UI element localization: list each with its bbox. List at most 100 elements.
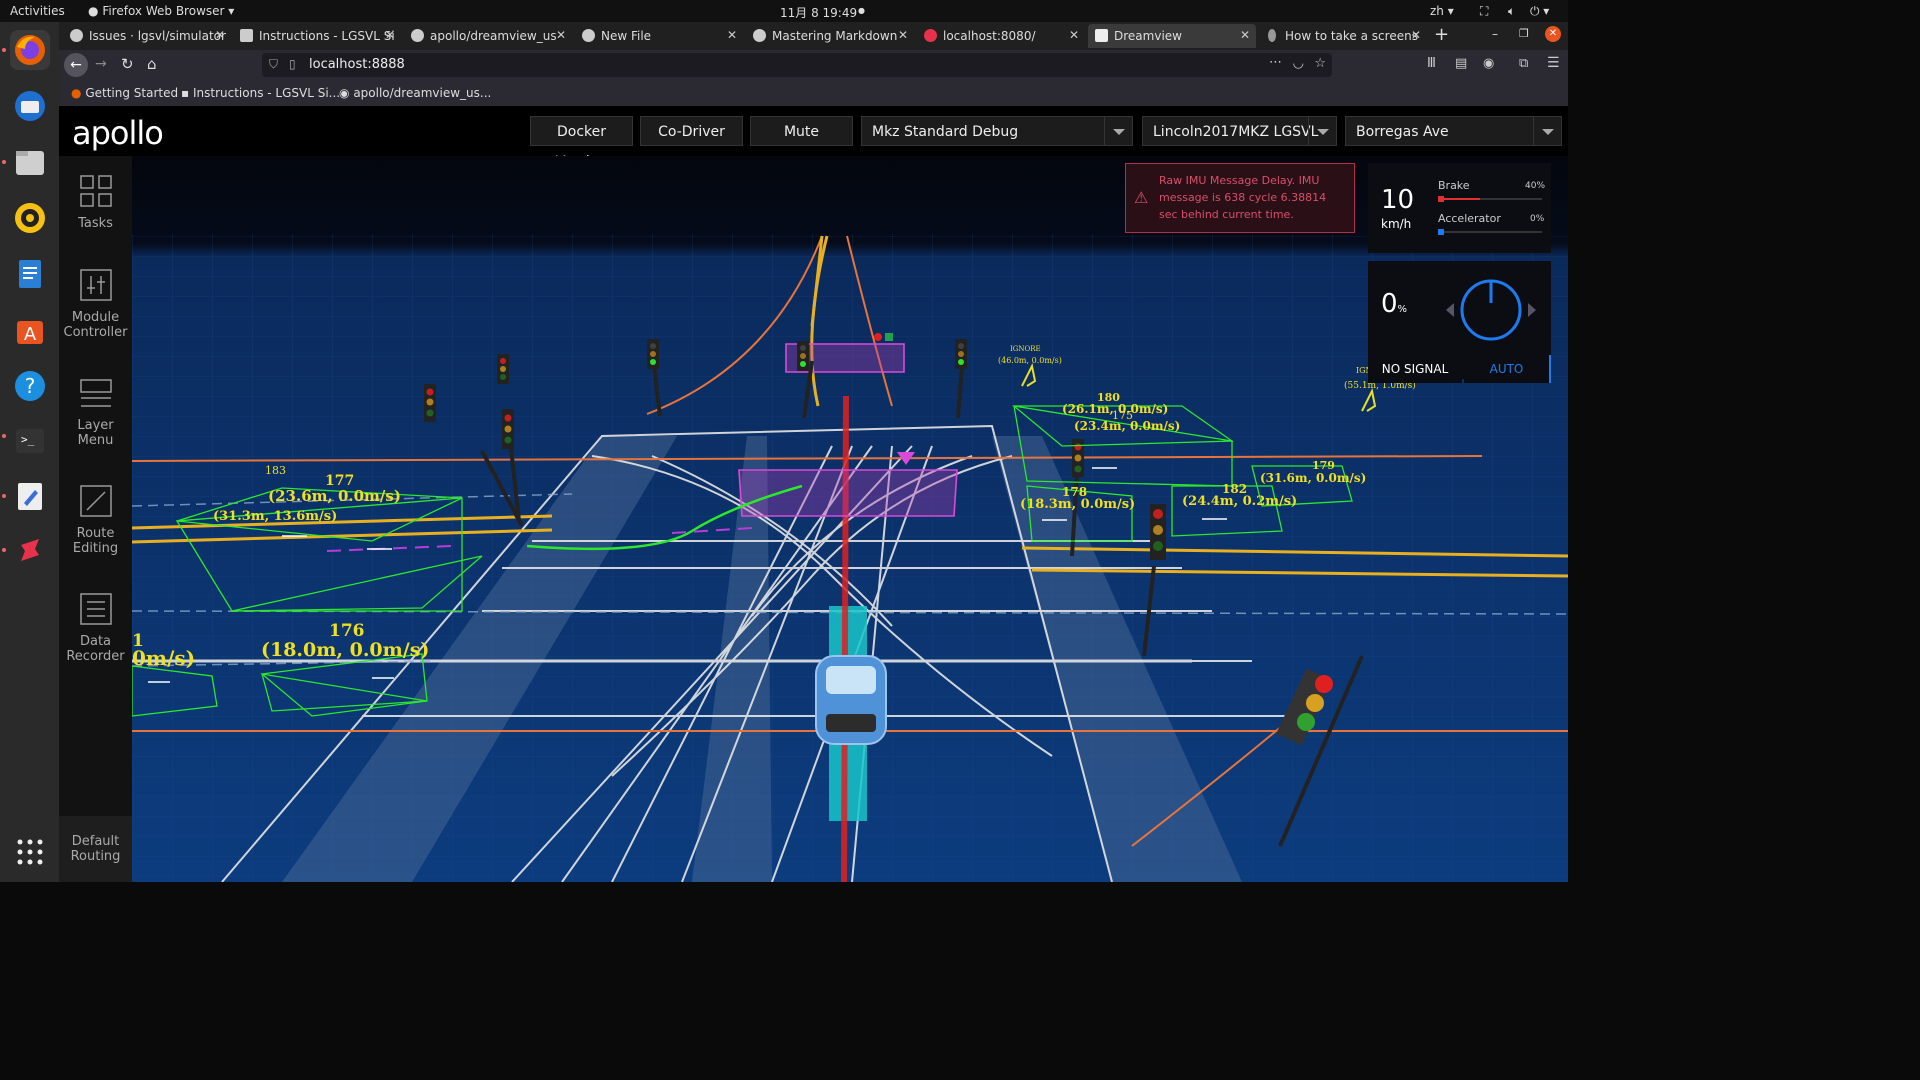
- mute-button[interactable]: Mute: [750, 116, 853, 146]
- sidebar-item-layer-menu[interactable]: Layer Menu: [59, 376, 132, 448]
- sidebar-item-default-routing[interactable]: Default Routing: [59, 816, 132, 882]
- 3d-scene-view[interactable]: 177 (23.6m, 0.0m/s) 183 (31.3m, 13.6m/s)…: [132, 156, 1568, 882]
- close-tab-icon[interactable]: ✕: [727, 28, 737, 42]
- help-icon[interactable]: ?: [10, 366, 50, 406]
- tasks-grid-icon: [79, 174, 113, 208]
- close-tab-icon[interactable]: ✕: [385, 28, 395, 42]
- browser-tab[interactable]: localhost:8080/✕: [917, 24, 1085, 48]
- app-name: Firefox Web Browser: [102, 4, 225, 18]
- docker-version-button[interactable]: Docker Version: [530, 116, 633, 170]
- browser-tab[interactable]: Instructions - LGSVL Si ✕: [233, 24, 401, 48]
- terminal-icon[interactable]: >_: [10, 420, 50, 460]
- route-edit-icon: [79, 484, 113, 518]
- browser-tab-bar: Issues · lgsvl/simulator ✕ Instructions -…: [59, 22, 1568, 50]
- accelerator-bar: [1438, 229, 1542, 235]
- page-info-icon[interactable]: ▯: [289, 57, 296, 71]
- pocket-icon[interactable]: ◡: [1293, 56, 1304, 71]
- speed-panel: 10 km/h Brake 40% Accelerator 0%: [1368, 163, 1551, 253]
- warning-icon: ⚠: [1134, 188, 1149, 207]
- driving-mode-status: AUTO: [1464, 355, 1551, 383]
- slack-like-app-icon[interactable]: [10, 530, 50, 570]
- firefox-small-icon: ●: [71, 86, 82, 100]
- bookmark-star-icon[interactable]: ☆: [1314, 56, 1326, 71]
- browser-tab[interactable]: How to take a screens ✕: [1259, 24, 1427, 48]
- sidebar-item-tasks[interactable]: Tasks: [59, 174, 132, 231]
- forward-button[interactable]: →: [95, 56, 107, 72]
- close-tab-icon[interactable]: ✕: [215, 28, 225, 42]
- text-editor-icon[interactable]: [10, 476, 50, 516]
- doc-icon: [240, 29, 253, 42]
- obstacle-label: (23.4m, 0.0m/s): [1074, 419, 1181, 433]
- obstacle-label: (31.3m, 13.6m/s): [213, 509, 338, 524]
- extensions-icon[interactable]: ⧉: [1519, 56, 1528, 71]
- apollo-logo: apollo: [72, 114, 164, 152]
- map-select[interactable]: Borregas Ave: [1345, 116, 1562, 146]
- clock[interactable]: 11月 8 19:49: [780, 4, 857, 21]
- brake-bar: [1438, 196, 1542, 202]
- co-driver-button[interactable]: Co-Driver: [640, 116, 743, 146]
- close-window-icon[interactable]: ✕: [1545, 26, 1561, 42]
- obstacle-label: (18.3m, 0.0m/s): [1020, 497, 1136, 512]
- sidebar-icon[interactable]: ▤: [1455, 56, 1467, 71]
- thunderbird-icon[interactable]: [10, 86, 50, 126]
- url-bar[interactable]: ⛉ ▯ localhost:8888 ⋯ ◡ ☆: [262, 53, 1332, 77]
- restore-icon[interactable]: ❐: [1519, 27, 1529, 40]
- input-language[interactable]: zh ▾: [1430, 4, 1454, 18]
- github-icon: ◉: [339, 86, 350, 100]
- sidebar-item-module-controller[interactable]: Module Controller: [59, 268, 132, 340]
- close-tab-icon[interactable]: ✕: [1240, 28, 1250, 42]
- browser-tab[interactable]: Mastering Markdown ✕: [746, 24, 914, 48]
- github-icon: [70, 29, 83, 42]
- mode-select[interactable]: Mkz Standard Debug: [861, 116, 1133, 146]
- library-icon[interactable]: Ⅲ: [1427, 56, 1436, 71]
- browser-tab[interactable]: Issues · lgsvl/simulator ✕: [63, 24, 231, 48]
- sidebar-item-route-editing[interactable]: Route Editing: [59, 484, 132, 556]
- volume-icon[interactable]: 🔈︎: [1508, 4, 1515, 19]
- network-icon[interactable]: ⛶: [1480, 4, 1488, 19]
- bookmark-item[interactable]: ▪ Instructions - LGSVL Si...: [181, 86, 340, 100]
- obstacle-label: (31.6m, 0.0m/s): [1260, 471, 1367, 485]
- libreoffice-writer-icon[interactable]: [10, 254, 50, 294]
- reload-button[interactable]: ↻: [121, 55, 134, 73]
- close-tab-icon[interactable]: ✕: [898, 28, 908, 42]
- account-icon[interactable]: ◉: [1483, 56, 1494, 71]
- activities-button[interactable]: Activities: [10, 4, 65, 18]
- new-tab-button[interactable]: +: [1434, 24, 1449, 45]
- notification-dot-icon: ●: [858, 6, 865, 15]
- brake-bar-marker: [1438, 196, 1444, 202]
- steering-value: 0%: [1381, 289, 1408, 319]
- bookmark-item[interactable]: ● Getting Started: [71, 86, 178, 100]
- close-tab-icon[interactable]: ✕: [1069, 28, 1079, 42]
- home-button[interactable]: ⌂: [147, 55, 157, 73]
- menu-icon[interactable]: ☰: [1547, 55, 1560, 71]
- close-tab-icon[interactable]: ✕: [1411, 28, 1421, 42]
- minimize-icon[interactable]: –: [1492, 27, 1498, 41]
- shield-icon[interactable]: ⛉: [269, 57, 278, 72]
- firefox-small-icon: ●: [88, 4, 99, 18]
- page-actions-icon[interactable]: ⋯: [1269, 55, 1282, 70]
- chevron-down-icon: [1533, 117, 1561, 145]
- firefox-app-menu[interactable]: ● Firefox Web Browser ▾: [88, 4, 234, 18]
- back-button[interactable]: ←: [64, 53, 88, 77]
- close-tab-icon[interactable]: ✕: [556, 28, 566, 42]
- rhythmbox-icon[interactable]: [10, 198, 50, 238]
- browser-tab[interactable]: apollo/dreamview_us ✕: [404, 24, 572, 48]
- browser-nav-bar: ← → ↻ ⌂ ⛉ ▯ localhost:8888 ⋯ ◡ ☆ Ⅲ ▤ ◉ ⧉…: [59, 50, 1568, 80]
- vehicle-select[interactable]: Lincoln2017MKZ LGSVL: [1142, 116, 1337, 146]
- svg-text:A: A: [24, 324, 37, 345]
- bookmark-item[interactable]: ◉ apollo/dreamview_us...: [339, 86, 491, 100]
- bookmarks-bar: ● Getting Started ▪ Instructions - LGSVL…: [59, 80, 1568, 106]
- power-icon[interactable]: ⏻ ▾: [1530, 4, 1549, 19]
- browser-tab-active[interactable]: Dreamview ✕: [1088, 24, 1256, 48]
- sidebar-item-data-recorder[interactable]: Data Recorder: [59, 592, 132, 664]
- app-favicon-icon: [924, 29, 937, 42]
- svg-text:?: ?: [25, 374, 36, 398]
- files-icon[interactable]: [10, 142, 50, 182]
- obstacle-label: (46.0m, 0.0m/s): [998, 356, 1062, 365]
- monitor-alert: ⚠ Raw IMU Message Delay. IMU message is …: [1125, 163, 1355, 233]
- software-center-icon[interactable]: A: [10, 310, 50, 350]
- firefox-icon[interactable]: [10, 30, 50, 70]
- show-applications-icon[interactable]: [10, 832, 50, 872]
- brake-label: Brake: [1438, 179, 1470, 192]
- browser-tab[interactable]: New File ✕: [575, 24, 743, 48]
